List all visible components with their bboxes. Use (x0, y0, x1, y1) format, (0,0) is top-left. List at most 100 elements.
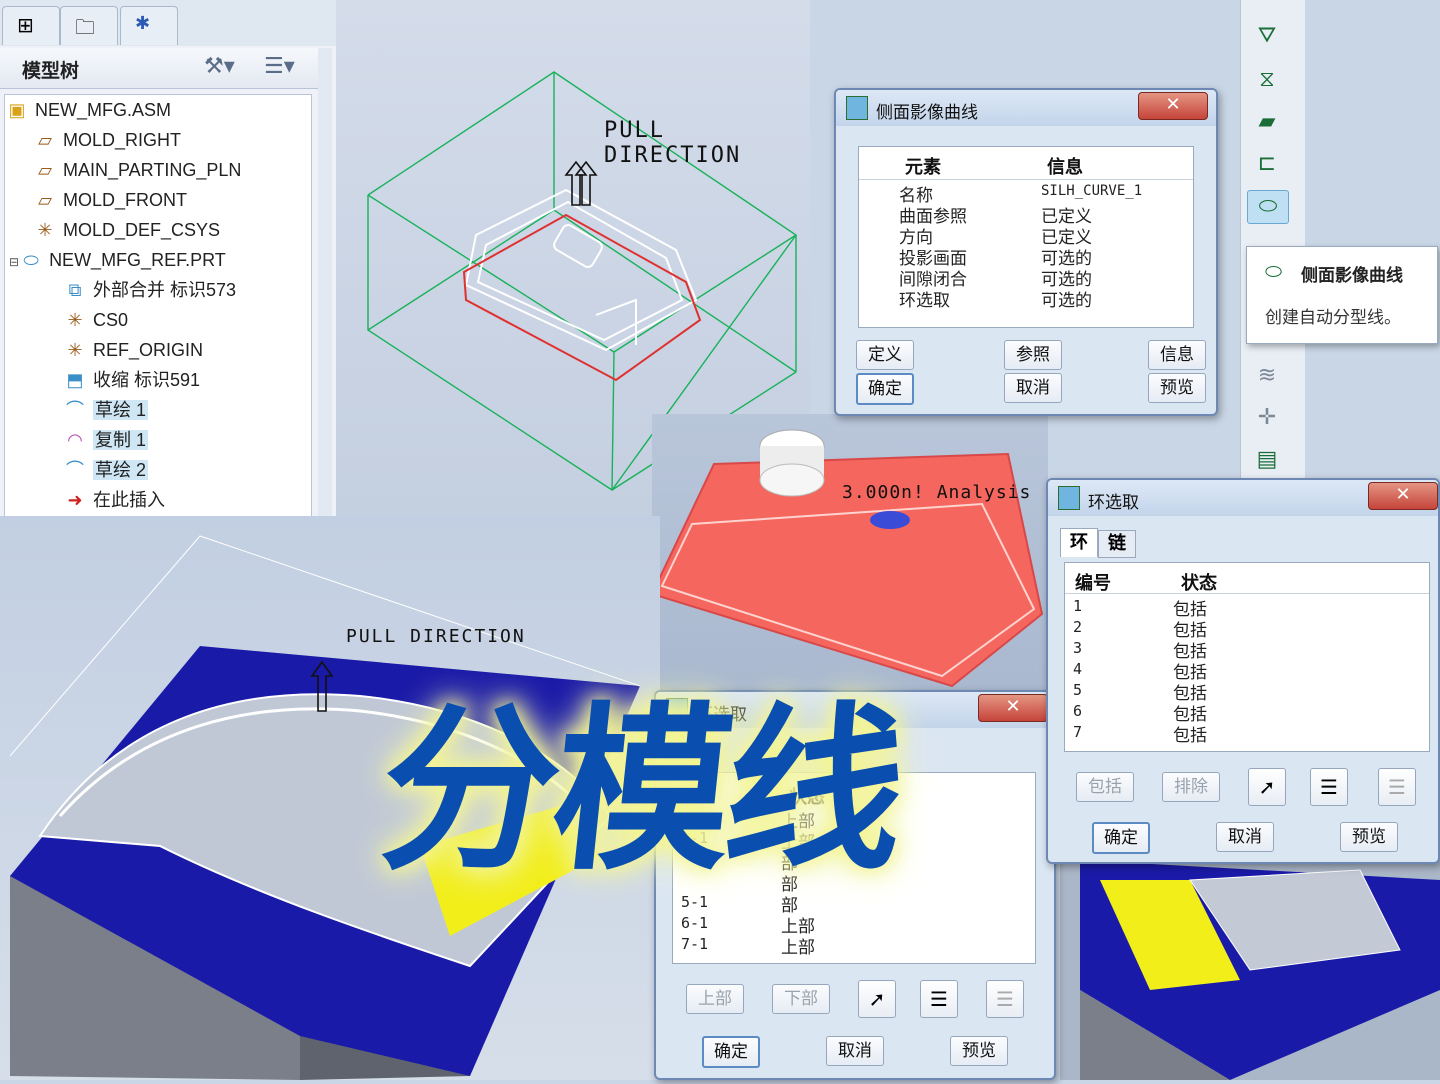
layers-icon[interactable]: ≋ (1247, 360, 1287, 392)
cancel-button[interactable]: 取消 (1004, 373, 1062, 403)
model-tree-icon: ⊞ (17, 13, 34, 37)
model-tree-header: 模型树 ⚒▾ ☰▾ (0, 48, 322, 89)
tree-item[interactable]: ▱ MAIN_PARTING_PLN (33, 155, 241, 185)
tab-model-tree[interactable]: ⊞ (2, 6, 60, 45)
exclude-button[interactable]: 排除 (1162, 772, 1220, 802)
define-button[interactable]: 定义 (856, 340, 914, 370)
select-all-icon[interactable]: ☰ (1310, 768, 1348, 806)
tab-favorites[interactable]: ✱ (120, 6, 178, 45)
part-icon: ⬭ (23, 250, 39, 270)
tree-item[interactable]: ▱ MOLD_RIGHT (33, 125, 181, 155)
graphics-window-bottom-right[interactable] (1060, 840, 1440, 1080)
include-button[interactable]: 包括 (1076, 772, 1134, 802)
model-tree-panel: ⊞ 🗀 ✱ 模型树 ⚒▾ ☰▾ ▣ NEW_MFG.ASM ▱ MOLD_RIGHT… (0, 0, 336, 516)
pull-direction-label: PULL DIRECTION (604, 118, 742, 168)
tree-item[interactable]: ◠ 复制 1 (63, 425, 149, 455)
tooltip-description: 创建自动分型线。 (1265, 308, 1401, 328)
analysis-label: 3.000n! Analysis (842, 482, 1032, 503)
csys-icon: ✳ (37, 220, 53, 240)
datum-plane-icon: ▱ (38, 130, 52, 150)
ok-button[interactable]: 确定 (702, 1036, 760, 1068)
axis-icon[interactable]: ✛ (1247, 402, 1287, 434)
dialog-titlebar: 环选取 ✕ (1048, 480, 1438, 516)
ok-button[interactable]: 确定 (1092, 822, 1150, 854)
right-toolbar: ⛛ ⧖ ▰ ⊏ ⬭ ≋ ✛ ▤ (1240, 0, 1305, 480)
dialog-app-icon (1058, 486, 1080, 510)
dialog-title: 侧面影像曲线 (876, 103, 978, 123)
tree-item[interactable]: ▣ NEW_MFG.ASM (5, 95, 171, 125)
silhouette-curve-icon: ⬭ (1265, 259, 1283, 283)
graphics-window-analysis[interactable]: 3.000n! Analysis (650, 414, 1048, 700)
close-button[interactable]: ✕ (1138, 92, 1208, 120)
deselect-all-icon[interactable]: ☰ (986, 980, 1024, 1018)
pull-direction-label: PULL DIRECTION (346, 626, 526, 647)
sketch-icon: ⌒ (66, 460, 84, 480)
copy-surface-icon: ◠ (67, 430, 83, 450)
tree-item[interactable]: ⌒ 草绘 2 (63, 455, 149, 485)
mold-volume-icon[interactable]: ⧖ (1247, 64, 1287, 96)
loop-table: 编号 状态 1 包括 2 包括 3 包括 4 包括 5 包括 6 包括 7 包括 (1064, 562, 1430, 752)
cancel-button[interactable]: 取消 (826, 1036, 884, 1066)
upper-button[interactable]: 上部 (686, 984, 744, 1014)
datum-plane-icon: ▱ (38, 190, 52, 210)
shrink-icon: ⬒ (66, 370, 84, 390)
tree-item[interactable]: ✳ CS0 (63, 305, 128, 335)
datum-plane-icon: ▱ (38, 160, 52, 180)
mold-detail-model (1080, 860, 1440, 1080)
insert-arrow-icon: ➜ (67, 490, 83, 510)
select-all-icon[interactable]: ☰ (920, 980, 958, 1018)
references-button[interactable]: 参照 (1004, 340, 1062, 370)
dialog-titlebar: 侧面影像曲线 ✕ (836, 90, 1216, 126)
preview-button[interactable]: 预览 (1340, 822, 1398, 852)
tree-item[interactable]: ⧉ 外部合并 标识573 (63, 275, 236, 305)
tooltip: ⬭ 侧面影像曲线 创建自动分型线。 (1246, 246, 1438, 344)
tree-item[interactable]: ✳ REF_ORIGIN (63, 335, 203, 365)
tree-item[interactable]: ▱ MOLD_FRONT (33, 185, 187, 215)
lower-button[interactable]: 下部 (772, 984, 830, 1014)
merge-icon: ⧉ (68, 280, 82, 300)
element-table: 元素 信息 名称 SILH_CURVE_1 曲面参照 已定义 方向 已定义 投影画面可… (858, 146, 1194, 328)
select-pointer-icon[interactable]: ➚ (858, 980, 896, 1018)
tree-item[interactable]: ⌒ 草绘 1 (63, 395, 149, 425)
deselect-all-icon[interactable]: ☰ (1378, 768, 1416, 806)
tree-item[interactable]: ✳ MOLD_DEF_CSYS (33, 215, 220, 245)
collapse-icon[interactable]: ⊟ (9, 255, 19, 269)
tree-item[interactable]: ⬒ 收缩 标识591 (63, 365, 200, 395)
tab-chain[interactable]: 链 (1098, 530, 1136, 558)
col-number-header: 编号 (1075, 573, 1111, 594)
dialog-title: 环选取 (1088, 493, 1139, 513)
info-button[interactable]: 信息 (1148, 340, 1206, 370)
mold-opening-icon[interactable]: ▤ (1247, 444, 1287, 476)
loop-selection-dialog: 环选取 ✕ 环 链 编号 状态 1 包括 2 包括 3 包括 4 包括 5 包括 6 包括 … (1046, 478, 1440, 864)
select-pointer-icon[interactable]: ➚ (1248, 768, 1286, 806)
preview-button[interactable]: 预览 (1148, 373, 1206, 403)
preview-button[interactable]: 预览 (950, 1036, 1008, 1066)
tooltip-title: 侧面影像曲线 (1301, 266, 1403, 286)
silhouette-curve-dialog: 侧面影像曲线 ✕ 元素 信息 名称 SILH_CURVE_1 曲面参照 已定义 方向… (834, 88, 1218, 416)
tree-settings-icon[interactable]: ⚒▾ (204, 54, 235, 79)
cancel-button[interactable]: 取消 (1216, 822, 1274, 852)
folder-icon: 🗀 (75, 15, 95, 39)
tree-item[interactable]: ➜ 在此插入 (63, 485, 165, 515)
tab-loop[interactable]: 环 (1060, 528, 1098, 557)
tree-filter-icon[interactable]: ☰▾ (264, 54, 295, 79)
extrude-volume-icon[interactable]: ▰ (1247, 106, 1287, 138)
csys-icon: ✳ (67, 310, 83, 330)
overlay-title: 分模线 (371, 685, 910, 894)
assembly-icon: ▣ (8, 100, 26, 120)
navigator-tabs: ⊞ 🗀 ✱ (0, 0, 336, 46)
close-button[interactable]: ✕ (1368, 482, 1438, 510)
draft-check-icon[interactable]: ⛛ (1247, 20, 1287, 52)
tab-folders[interactable]: 🗀 (60, 6, 118, 45)
model-tree-list: ▣ NEW_MFG.ASM ▱ MOLD_RIGHT ▱ MAIN_PARTING_P… (4, 94, 312, 516)
col-element-header: 元素 (905, 157, 941, 178)
col-info-header: 信息 (1047, 157, 1083, 178)
block-icon[interactable]: ⊏ (1247, 148, 1287, 180)
model-tree-title: 模型树 (22, 60, 80, 82)
tree-item[interactable]: ⊟ ⬭ NEW_MFG_REF.PRT (9, 245, 226, 275)
col-state-header: 状态 (1181, 573, 1217, 594)
ok-button[interactable]: 确定 (856, 373, 914, 405)
tree-sash[interactable] (318, 48, 332, 516)
sketch-icon: ⌒ (66, 400, 84, 420)
silhouette-curve-tool-icon[interactable]: ⬭ (1247, 190, 1289, 224)
